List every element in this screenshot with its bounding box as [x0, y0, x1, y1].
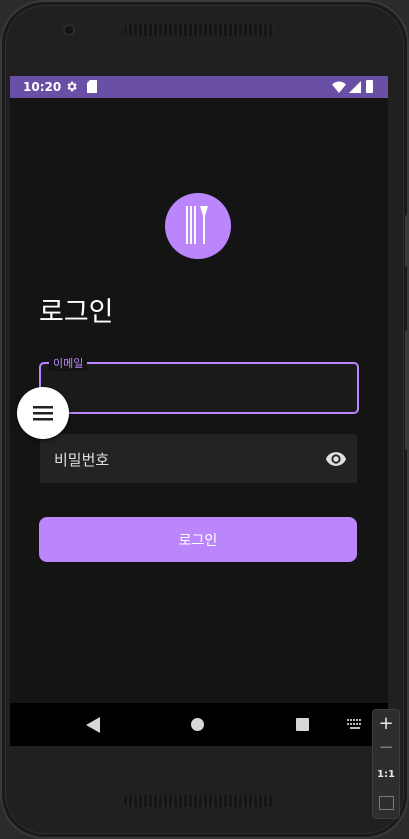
- recent-apps-icon[interactable]: [296, 718, 309, 731]
- eye-icon[interactable]: [325, 448, 347, 470]
- sd-card-icon: [87, 80, 97, 93]
- back-icon[interactable]: [86, 717, 100, 733]
- menu-icon: [33, 406, 53, 421]
- password-field[interactable]: 비밀번호: [40, 434, 357, 483]
- login-screen: 로그인 이메일 비밀번호 로그인: [10, 98, 388, 703]
- page-title: 로그인: [39, 297, 114, 328]
- zoom-reset-button[interactable]: 1:1: [373, 766, 399, 784]
- zoom-in-button[interactable]: +: [373, 714, 399, 734]
- email-label: 이메일: [49, 355, 88, 371]
- navigation-bar: [10, 703, 388, 746]
- password-placeholder: 비밀번호: [54, 451, 110, 469]
- battery-icon: [366, 80, 373, 93]
- login-button[interactable]: 로그인: [39, 517, 357, 562]
- signal-icon: [349, 81, 361, 93]
- app-logo: [165, 193, 231, 259]
- menu-fab[interactable]: [17, 387, 69, 439]
- top-speaker: [124, 24, 274, 36]
- fork-knife-icon: [186, 206, 208, 244]
- gear-icon: [67, 81, 77, 92]
- power-button[interactable]: [405, 215, 409, 267]
- camera-icon: [63, 24, 75, 36]
- status-bar: 10:20: [10, 76, 388, 98]
- volume-button[interactable]: [405, 330, 409, 450]
- keyboard-icon[interactable]: [347, 719, 363, 730]
- emulator-zoom-toolbar: + − 1:1: [372, 709, 400, 819]
- zoom-out-button[interactable]: −: [373, 738, 399, 758]
- status-time: 10:20: [23, 80, 62, 94]
- fit-screen-icon[interactable]: [379, 796, 394, 810]
- wifi-icon: [332, 81, 346, 93]
- device-frame: 10:20 로그인 이메일 비밀번호 로그인 + − 1:1: [0, 0, 409, 839]
- home-icon[interactable]: [191, 718, 204, 731]
- bottom-speaker: [124, 795, 274, 807]
